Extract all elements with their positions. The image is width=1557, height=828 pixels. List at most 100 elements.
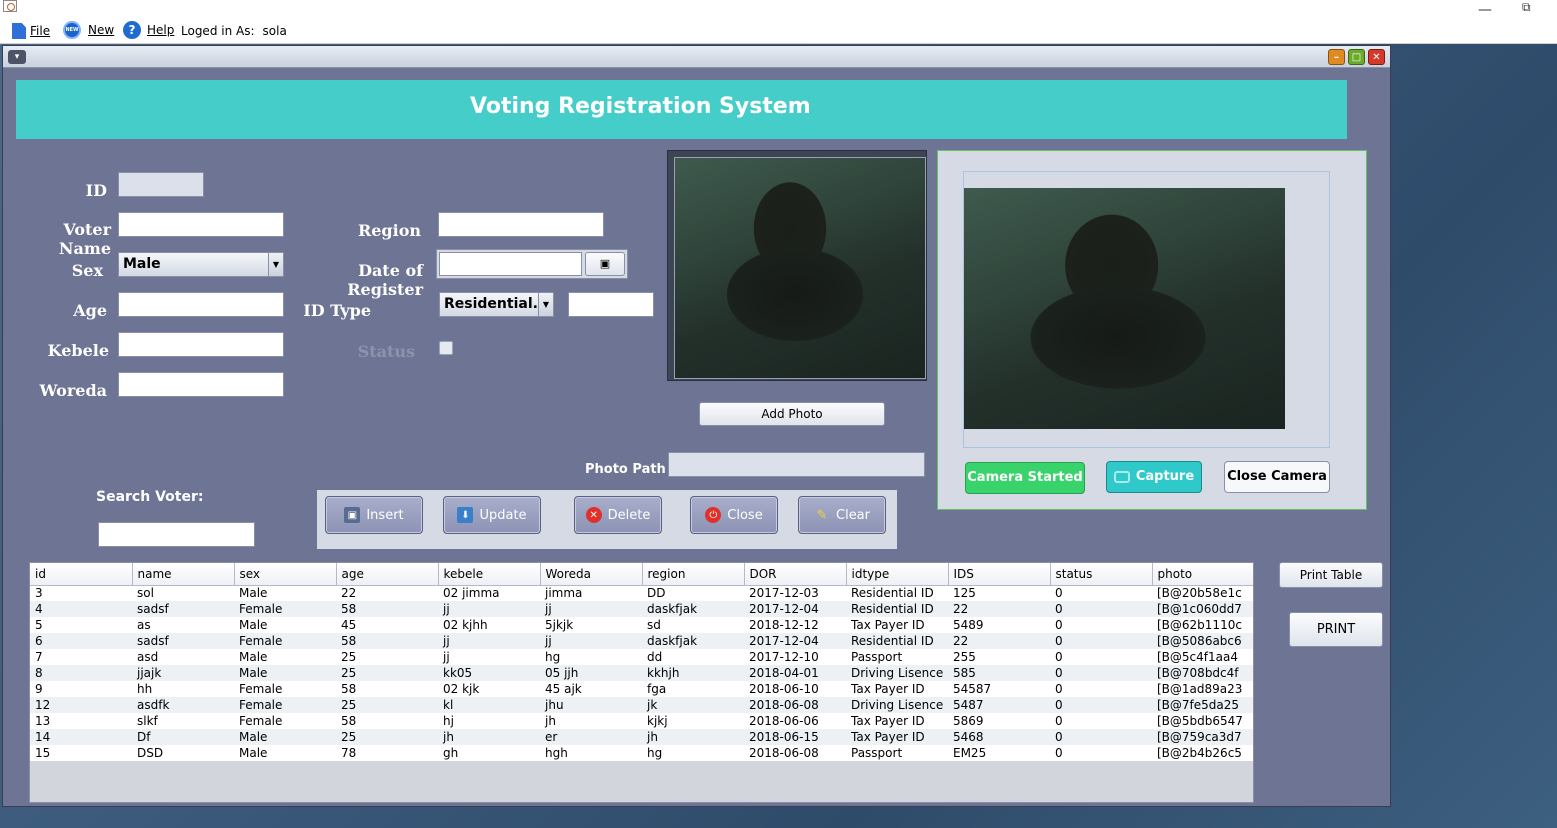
table-row[interactable]: 13 slkf Female 58 hj jh kjkj 2018-06-06 Tax Paye… — [30, 713, 1253, 729]
table-cell-id: 4 — [30, 601, 132, 617]
column-header-name[interactable]: name — [132, 563, 235, 586]
column-header-woreda[interactable]: Woreda — [540, 563, 643, 586]
sex-select[interactable]: Male ▼ — [118, 252, 284, 277]
column-header-kebele[interactable]: kebele — [438, 563, 541, 586]
photo-preview-panel — [667, 150, 927, 381]
table-cell-woreda: hgh — [540, 745, 642, 761]
clear-button[interactable]: ✎ Clear — [798, 496, 886, 534]
table-row[interactable]: 5 as Male 45 02 kjhh 5jkjk sd 2018-12-12 Tax Pay… — [30, 617, 1253, 633]
voters-table[interactable]: id name sex age kebele Woreda region DOR idtype I… — [29, 562, 1254, 803]
minimize-window-button[interactable]: — — [1478, 2, 1492, 18]
photo-path-label: Photo Path — [585, 462, 666, 477]
kebele-field[interactable] — [118, 332, 284, 357]
frame-close-button[interactable]: ✕ — [1368, 49, 1385, 65]
status-checkbox[interactable] — [439, 341, 453, 355]
column-header-idtype[interactable]: idtype — [846, 563, 949, 586]
table-row[interactable]: 9 hh Female 58 02 kjk 45 ajk fga 2018-06-10 Tax … — [30, 681, 1253, 697]
table-row[interactable]: 12 asdfk Female 25 kl jhu jk 2018-06-08 Driving … — [30, 697, 1253, 713]
table-cell-id: 6 — [30, 633, 132, 649]
camera-viewport — [963, 171, 1330, 448]
photo-path-field[interactable] — [668, 452, 925, 477]
table-cell-photo: [B@2b4b26c5 — [1152, 745, 1253, 761]
table-row[interactable]: 7 asd Male 25 jj hg dd 2017-12-10 Passport 255 0 [B… — [30, 649, 1253, 665]
column-header-sex[interactable]: sex — [234, 563, 337, 586]
column-header-status[interactable]: status — [1050, 563, 1153, 586]
camera-panel: Camera Started Capture Close Camera — [937, 150, 1367, 510]
calendar-button[interactable]: ▣ — [585, 252, 625, 276]
table-cell-status: 0 — [1050, 697, 1152, 713]
column-header-ids[interactable]: IDS — [948, 563, 1051, 586]
column-header-region[interactable]: region — [642, 563, 745, 586]
table-cell-idtype: Tax Payer ID — [846, 729, 948, 745]
table-row[interactable]: 3 sol Male 22 02 jimma jimma DD 2017-12-03 Resid… — [30, 585, 1253, 601]
table-cell-id: 9 — [30, 681, 132, 697]
table-cell-age: 25 — [336, 649, 438, 665]
table-row[interactable]: 4 sadsf Female 58 jj jj daskfjak 2017-12-04 Resi… — [30, 601, 1253, 617]
action-button-bar: ▣ Insert ⬇ Update ✕ Delete ⏻ Close ✎ Cle… — [317, 490, 897, 549]
table-cell-sex: Female — [234, 697, 336, 713]
restore-window-button[interactable]: ⧉ — [1522, 0, 1531, 15]
chevron-down-icon: ▼ — [538, 293, 553, 316]
region-field[interactable] — [438, 212, 604, 237]
id-number-field[interactable] — [568, 292, 654, 317]
table-cell-photo: [B@5bdb6547 — [1152, 713, 1253, 729]
table-cell-region: DD — [642, 585, 744, 601]
status-label: Status — [357, 342, 415, 361]
print-button[interactable]: PRINT — [1289, 612, 1383, 647]
table-cell-woreda: jhu — [540, 697, 642, 713]
table-cell-photo: [B@708bdc4f — [1152, 665, 1253, 681]
menu-new[interactable]: NEW New — [63, 21, 114, 39]
woreda-field[interactable] — [118, 372, 284, 397]
column-header-id[interactable]: id — [30, 563, 133, 586]
frame-menu-chevron-icon[interactable]: ▾ — [8, 50, 26, 64]
table-cell-ids: 5487 — [948, 697, 1050, 713]
insert-button[interactable]: ▣ Insert — [325, 496, 423, 534]
table-cell-ids: 585 — [948, 665, 1050, 681]
date-of-register-field[interactable] — [439, 252, 582, 276]
page-title: Voting Registration System — [470, 94, 811, 119]
table-row[interactable]: 6 sadsf Female 58 jj jj daskfjak 2017-12-04 Resi… — [30, 633, 1253, 649]
table-row[interactable]: 15 DSD Male 78 gh hgh hg 2018-06-08 Passport EM25… — [30, 745, 1253, 761]
table-body: 3 sol Male 22 02 jimma jimma DD 2017-12-03 Resid… — [30, 585, 1253, 761]
date-of-register-label: Date of Register — [347, 261, 423, 299]
frame-minimize-button[interactable]: – — [1328, 49, 1345, 65]
download-arrow-icon: ⬇ — [457, 507, 474, 523]
update-label: Update — [479, 507, 527, 523]
close-camera-button[interactable]: Close Camera — [1224, 461, 1330, 493]
date-picker: ▣ — [436, 249, 628, 279]
close-button[interactable]: ⏻ Close — [690, 496, 778, 534]
update-button[interactable]: ⬇ Update — [443, 496, 541, 534]
age-field[interactable] — [118, 292, 284, 317]
table-cell-kebele: jj — [438, 649, 540, 665]
table-row[interactable]: 8 jjajk Male 25 kk05 05 jjh kkhjh 2018-04-01 Dri… — [30, 665, 1253, 681]
column-header-dor[interactable]: DOR — [744, 563, 847, 586]
table-cell-region: daskfjak — [642, 633, 744, 649]
table-cell-name: slkf — [132, 713, 234, 729]
add-photo-button[interactable]: Add Photo — [699, 402, 885, 426]
delete-label: Delete — [607, 507, 651, 523]
column-header-photo[interactable]: photo — [1152, 563, 1253, 586]
menu-file[interactable]: File — [12, 22, 50, 40]
camera-started-button[interactable]: Camera Started — [965, 462, 1085, 494]
print-table-button[interactable]: Print Table — [1279, 562, 1383, 588]
search-voter-input[interactable] — [98, 522, 255, 547]
capture-button[interactable]: Capture — [1106, 461, 1202, 493]
table-cell-age: 22 — [336, 585, 438, 601]
frame-maximize-button[interactable]: □ — [1348, 49, 1365, 65]
table-cell-kebele: hj — [438, 713, 540, 729]
delete-button[interactable]: ✕ Delete — [574, 496, 662, 534]
table-cell-photo: [B@62b1110c — [1152, 617, 1253, 633]
table-cell-kebele: kl — [438, 697, 540, 713]
id-field[interactable] — [118, 172, 204, 197]
voter-name-field[interactable] — [118, 212, 284, 237]
table-cell-idtype: Residential ID — [846, 601, 948, 617]
id-type-select[interactable]: Residential... ▼ — [439, 292, 554, 317]
table-cell-woreda: jj — [540, 601, 642, 617]
camera-icon — [1113, 471, 1130, 483]
table-cell-kebele: gh — [438, 745, 540, 761]
table-row[interactable]: 14 Df Male 25 jh er jh 2018-06-15 Tax Payer ID 54… — [30, 729, 1253, 745]
table-cell-name: sol — [132, 585, 234, 601]
menu-help[interactable]: ? Help — [123, 21, 174, 39]
column-header-age[interactable]: age — [336, 563, 439, 586]
table-cell-kebele: jj — [438, 601, 540, 617]
